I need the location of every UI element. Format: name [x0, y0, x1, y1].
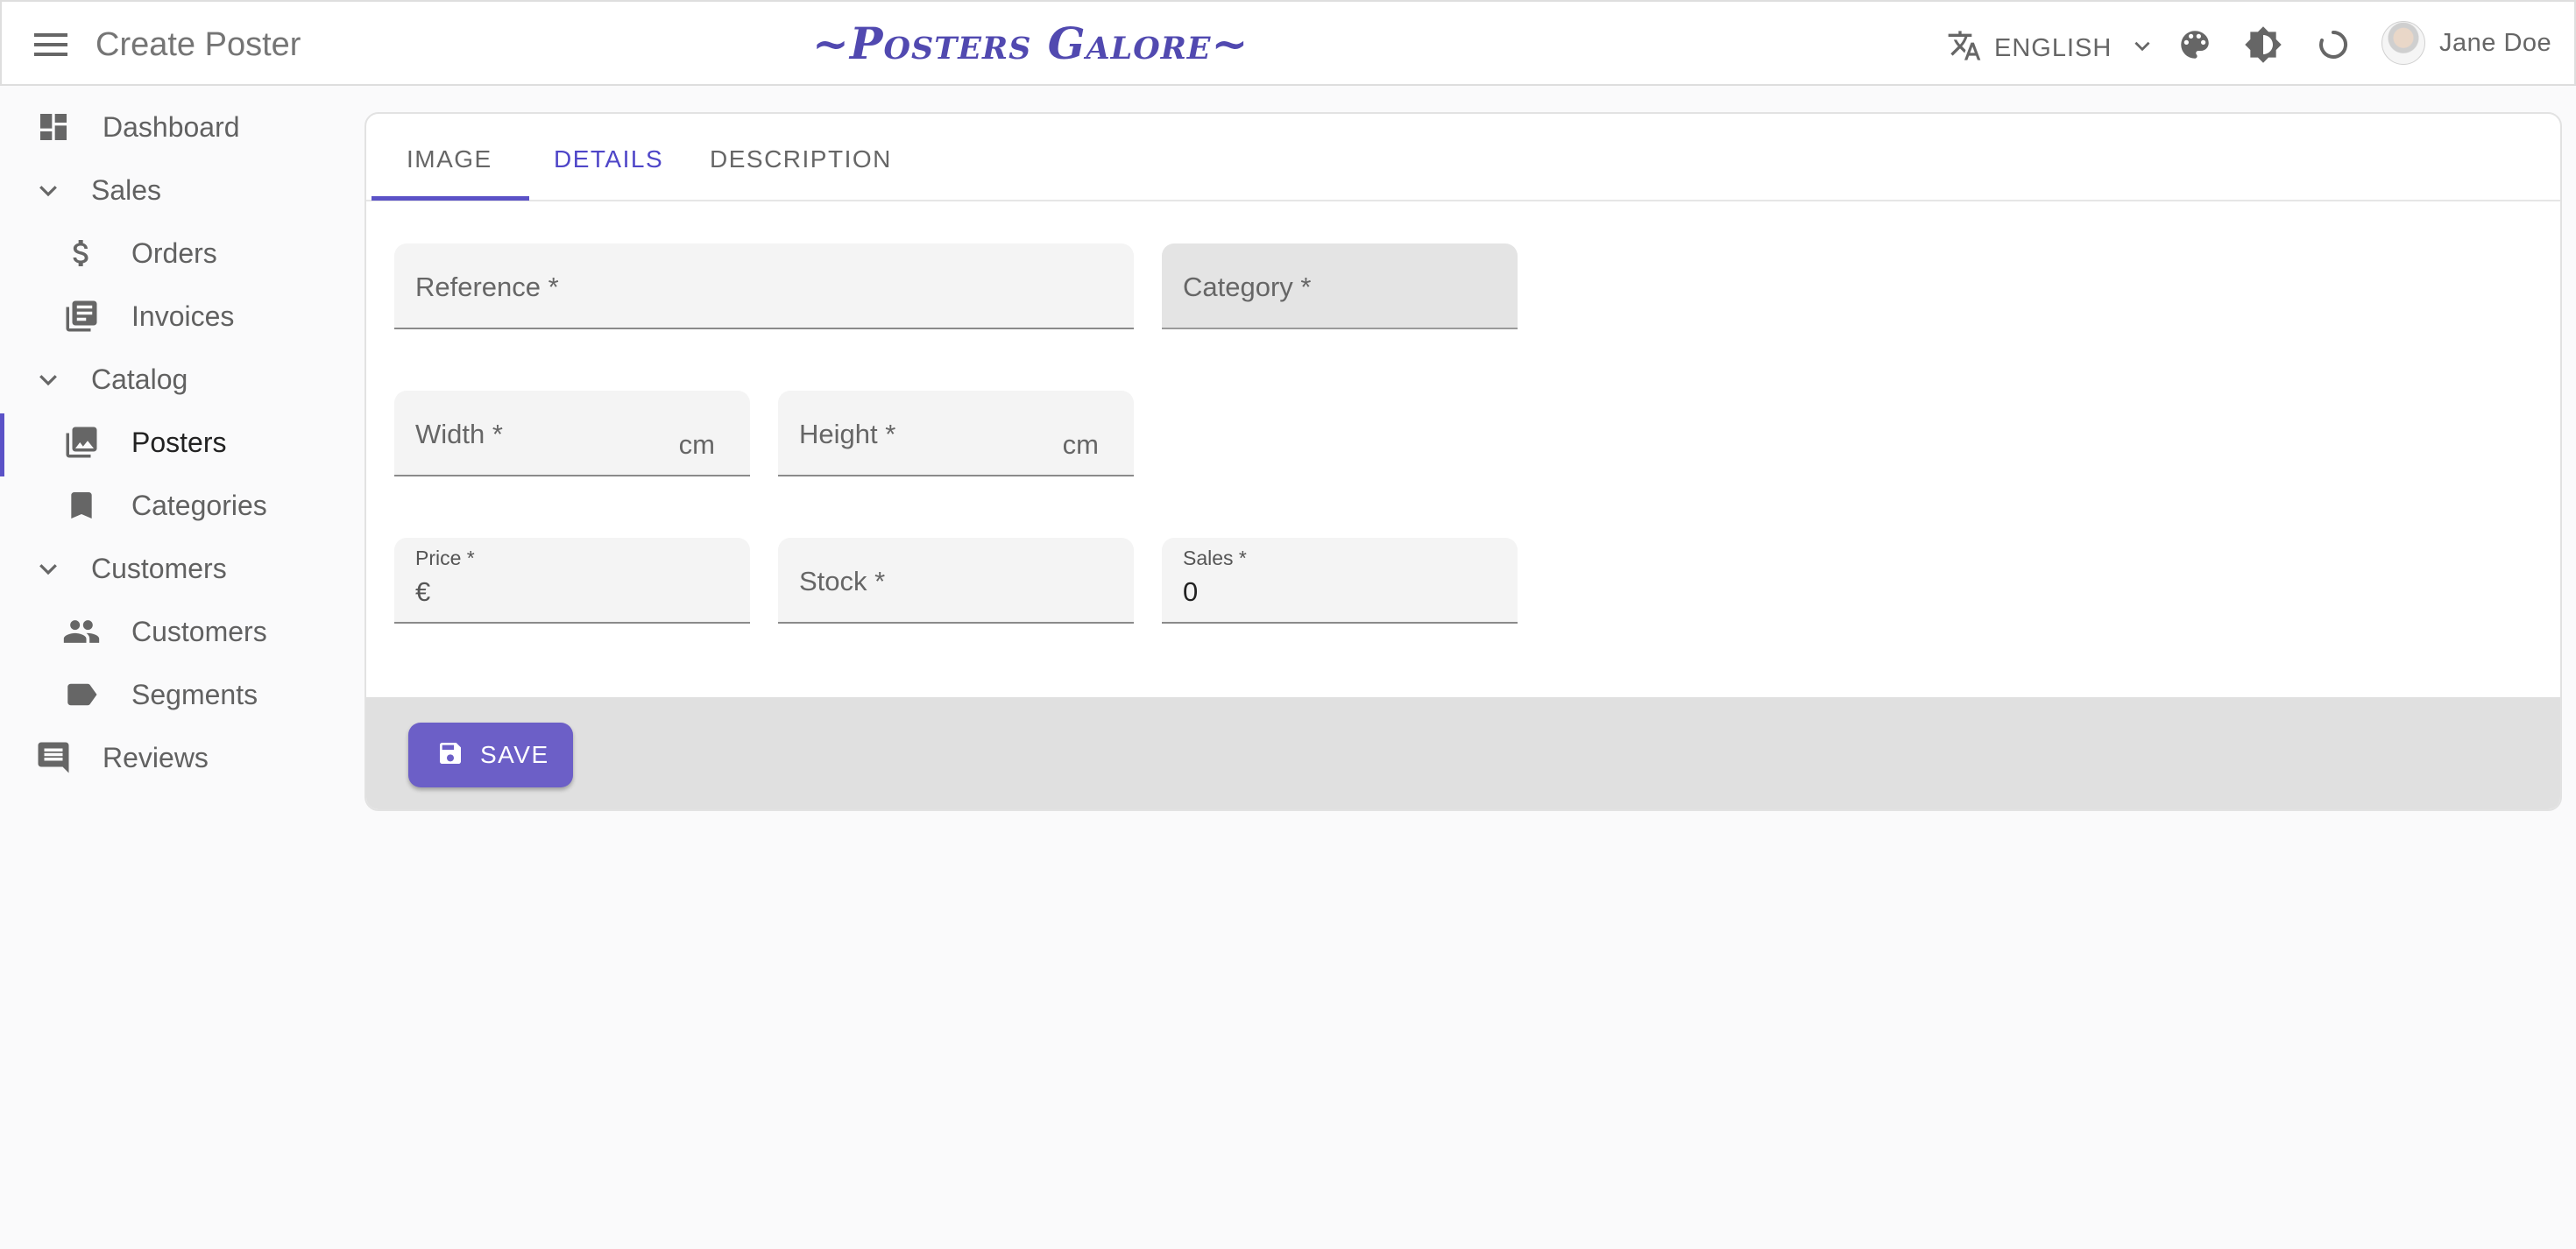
sidebar-item-label: Catalog	[91, 363, 188, 395]
label-icon	[61, 674, 102, 715]
sidebar-item-orders[interactable]: Orders	[0, 222, 359, 284]
comment-icon	[33, 737, 74, 778]
tab-bar: IMAGE DETAILS DESCRIPTION	[366, 114, 2560, 201]
reference-label: Reference *	[415, 272, 559, 302]
category-label: Category *	[1183, 272, 1312, 302]
page-title: Create Poster	[96, 26, 301, 63]
translate-icon	[1947, 28, 1982, 67]
width-field[interactable]: Width * cm	[394, 391, 750, 476]
sidebar-item-label: Posters	[131, 427, 227, 458]
width-unit: cm	[678, 429, 715, 460]
user-menu[interactable]: Jane Doe	[2381, 21, 2551, 65]
palette-icon[interactable]	[2175, 25, 2215, 65]
user-name: Jane Doe	[2439, 28, 2552, 57]
tab-details[interactable]: DETAILS	[554, 144, 663, 175]
height-unit: cm	[1062, 429, 1099, 460]
image-collection-icon	[61, 422, 102, 462]
sidebar-item-posters[interactable]: Posters	[0, 412, 359, 473]
sidebar-group-catalog[interactable]: Catalog	[0, 349, 359, 410]
stock-field[interactable]: Stock *	[778, 538, 1134, 624]
sidebar-item-label: Customers	[91, 553, 227, 584]
sidebar-item-dashboard[interactable]: Dashboard	[0, 96, 359, 158]
chevron-down-icon	[2131, 34, 2154, 61]
height-label: Height *	[799, 419, 896, 449]
price-field[interactable]: Price * €	[394, 538, 750, 624]
sidebar-item-categories[interactable]: Categories	[0, 475, 359, 536]
sidebar-item-segments[interactable]: Segments	[0, 664, 359, 725]
sidebar-item-label: Dashboard	[103, 111, 240, 143]
refresh-spinner-icon[interactable]	[2315, 26, 2352, 63]
sales-value: 0	[1183, 576, 1199, 607]
sidebar-group-customers[interactable]: Customers	[0, 538, 359, 599]
tab-image[interactable]: IMAGE	[407, 144, 492, 175]
sidebar-item-customers[interactable]: Customers	[0, 601, 359, 662]
sidebar-item-label: Reviews	[103, 742, 209, 773]
avatar	[2381, 21, 2425, 65]
bookmark-icon	[61, 485, 102, 526]
sidebar-item-invoices[interactable]: Invoices	[0, 286, 359, 347]
language-label: ENGLISH	[1994, 33, 2112, 62]
category-select[interactable]: Category *	[1162, 243, 1518, 329]
sidebar-item-label: Invoices	[131, 300, 235, 332]
sidebar-item-reviews[interactable]: Reviews	[0, 727, 359, 788]
sidebar-item-label: Segments	[131, 679, 258, 710]
chevron-down-icon	[28, 170, 68, 210]
brand-logo: ~Posters Galore~	[812, 18, 1249, 69]
sales-label: Sales *	[1183, 547, 1247, 569]
menu-icon[interactable]	[33, 27, 68, 62]
width-label: Width *	[415, 419, 503, 449]
create-poster-form: IMAGE DETAILS DESCRIPTION Reference * Ca…	[364, 112, 2562, 811]
invoices-icon	[61, 296, 102, 336]
app-bar: Create Poster ~Posters Galore~ ENGLISH J…	[0, 0, 2576, 86]
tab-description[interactable]: DESCRIPTION	[710, 144, 892, 175]
chevron-down-icon	[28, 548, 68, 589]
price-label: Price *	[415, 547, 475, 569]
sidebar-item-label: Customers	[131, 616, 267, 647]
sidebar-item-label: Sales	[91, 174, 162, 206]
people-icon	[61, 611, 102, 652]
brightness-icon[interactable]	[2243, 25, 2283, 65]
reference-field[interactable]: Reference *	[394, 243, 1134, 329]
sidebar-item-label: Categories	[131, 490, 267, 521]
price-currency: €	[415, 576, 431, 607]
chevron-down-icon	[28, 359, 68, 399]
save-icon	[436, 739, 464, 772]
stock-label: Stock *	[799, 566, 886, 596]
language-selector[interactable]: ENGLISH	[1947, 28, 2154, 67]
dollar-icon	[61, 233, 102, 273]
tab-indicator	[372, 196, 529, 201]
height-field[interactable]: Height * cm	[778, 391, 1134, 476]
sidebar-group-sales[interactable]: Sales	[0, 159, 359, 221]
save-button-label: SAVE	[480, 741, 549, 768]
sidebar-item-label: Orders	[131, 237, 217, 269]
save-button[interactable]: SAVE	[408, 723, 573, 787]
sales-field[interactable]: Sales * 0	[1162, 538, 1518, 624]
form-toolbar: SAVE	[366, 697, 2560, 809]
dashboard-icon	[33, 107, 74, 147]
